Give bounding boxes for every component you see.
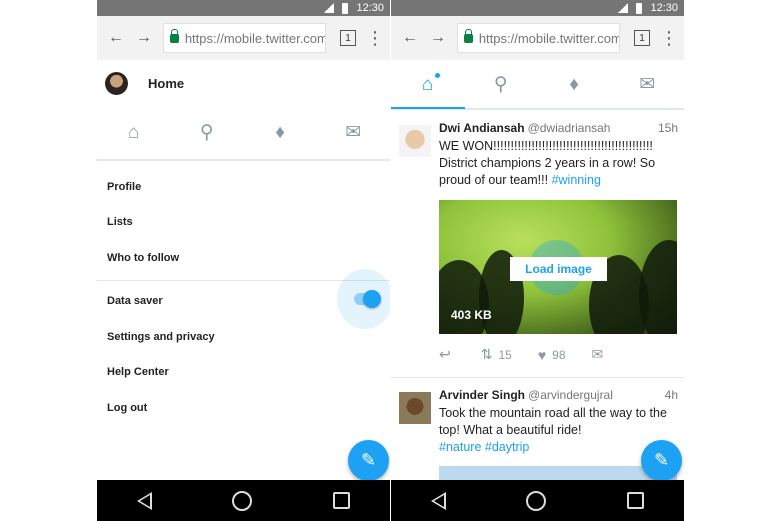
android-nav-bar: [97, 480, 390, 521]
compose-button[interactable]: ✎: [348, 440, 389, 481]
signal-icon: [324, 3, 335, 13]
tweet-line: proud of our team!!! #winning: [439, 172, 678, 189]
back-icon[interactable]: ←: [401, 29, 419, 47]
tweet-line: WE WON!!!!!!!!!!!!!!!!!!!!!!!!!!!!!!!!!!…: [439, 139, 653, 153]
messages-icon[interactable]: ✉: [337, 123, 369, 142]
back-icon[interactable]: ←: [107, 29, 125, 47]
android-nav-bar: [391, 480, 684, 521]
lock-icon: [463, 28, 473, 43]
load-image-button[interactable]: Load image: [510, 257, 607, 281]
tweet-line: District champions 2 years in a row! So: [439, 156, 656, 170]
notifications-icon[interactable]: ♦: [264, 123, 296, 142]
nav-recents-icon[interactable]: [626, 492, 644, 509]
tweet-line: Took the mountain road all the way to th…: [439, 406, 667, 420]
tab-bar: ⌂ ⚲ ♦ ✉: [391, 60, 684, 110]
image-size-label: 403 KB: [451, 308, 492, 322]
nav-home-icon[interactable]: [232, 490, 253, 511]
status-bar: 12:30: [97, 0, 390, 16]
search-icon[interactable]: ⚲: [485, 75, 517, 94]
forward-icon[interactable]: →: [135, 29, 153, 47]
tweet-header: Arvinder Singh @arvindergujral 4h: [439, 388, 678, 402]
nav-back-icon[interactable]: [137, 491, 153, 510]
status-bar: 12:30: [391, 0, 684, 16]
like-icon[interactable]: ♥: [538, 347, 546, 363]
new-dot: [434, 72, 440, 78]
menu-item-settings[interactable]: Settings and privacy: [97, 319, 390, 355]
url-text: https://mobile.twitter.com: [478, 30, 621, 46]
drawer-header: Home: [97, 60, 390, 106]
avatar[interactable]: [399, 125, 431, 157]
home-icon[interactable]: ⌂: [412, 72, 444, 94]
tweet[interactable]: Arvinder Singh @arvindergujral 4h Took t…: [439, 388, 678, 456]
url-bar[interactable]: https://mobile.twitter.com: [456, 23, 621, 53]
tab-bar: ⌂ ⚲ ♦ ✉: [97, 106, 390, 161]
tab-switcher-button[interactable]: 1: [634, 30, 650, 46]
compose-icon: ✎: [360, 450, 377, 470]
messages-icon[interactable]: ✉: [631, 75, 663, 94]
status-time: 12:30: [650, 2, 678, 14]
notifications-icon[interactable]: ♦: [558, 75, 590, 94]
tweet-author-name[interactable]: Arvinder Singh: [439, 388, 525, 402]
nav-home-icon[interactable]: [526, 490, 547, 511]
compose-button[interactable]: ✎: [641, 440, 682, 481]
compose-icon: ✎: [653, 450, 670, 470]
tweet-line-text: proud of our team!!!: [439, 173, 552, 187]
phone-left: 12:30 ← → https://mobile.twitter.com 1 ⋮…: [97, 0, 390, 521]
tweet-media[interactable]: Load image 403 KB: [439, 200, 677, 334]
screenshot: 12:30 ← → https://mobile.twitter.com 1 ⋮…: [0, 0, 782, 521]
menu-kebab-icon[interactable]: ⋮: [660, 29, 678, 47]
tweet-line: top! What a beautiful ride!: [439, 423, 582, 437]
menu-item-log-out[interactable]: Log out: [97, 390, 390, 426]
hashtag-link[interactable]: #winning: [552, 173, 601, 187]
reply-icon[interactable]: ↩: [439, 346, 451, 363]
toggle-knob[interactable]: [363, 290, 381, 308]
menu-kebab-icon[interactable]: ⋮: [366, 29, 384, 47]
phone-right: 12:30 ← → https://mobile.twitter.com 1 ⋮…: [391, 0, 684, 521]
url-text: https://mobile.twitter.com: [184, 30, 327, 46]
lock-icon: [169, 28, 179, 43]
tweet-author-name[interactable]: Dwi Andiansah: [439, 121, 525, 135]
browser-toolbar: ← → https://mobile.twitter.com 1 ⋮: [97, 16, 390, 60]
tweet-actions: ↩ ⇅ 15 ♥ 98 ✉: [439, 346, 603, 363]
tweet-author-handle[interactable]: @arvindergujral: [528, 388, 613, 402]
menu-item-profile[interactable]: Profile: [97, 169, 390, 205]
nav-back-icon[interactable]: [431, 491, 447, 510]
like-count: 98: [552, 347, 566, 362]
tweet[interactable]: Dwi Andiansah @dwiadriansah 15h WE WON!!…: [439, 121, 678, 189]
active-tab-indicator: [391, 107, 465, 109]
retweet-icon[interactable]: ⇅: [481, 346, 493, 363]
home-icon[interactable]: ⌂: [118, 123, 150, 142]
tweet-text: WE WON!!!!!!!!!!!!!!!!!!!!!!!!!!!!!!!!!!…: [439, 138, 678, 189]
search-icon[interactable]: ⚲: [191, 123, 223, 142]
tweet-header: Dwi Andiansah @dwiadriansah 15h: [439, 121, 678, 135]
tab-switcher-button[interactable]: 1: [340, 30, 356, 46]
status-time: 12:30: [356, 2, 384, 14]
tweet-time: 15h: [657, 121, 678, 135]
avatar[interactable]: [399, 392, 431, 424]
forward-icon[interactable]: →: [429, 29, 447, 47]
url-bar[interactable]: https://mobile.twitter.com: [162, 23, 327, 53]
tweet-divider: [391, 377, 684, 378]
tweet-text: Took the mountain road all the way to th…: [439, 405, 678, 456]
battery-icon: [342, 2, 349, 14]
signal-icon: [618, 3, 629, 13]
browser-toolbar: ← → https://mobile.twitter.com 1 ⋮: [391, 16, 684, 60]
menu-item-who-to-follow[interactable]: Who to follow: [97, 240, 390, 276]
menu-item-lists[interactable]: Lists: [97, 205, 390, 241]
tweet-author-handle[interactable]: @dwiadriansah: [528, 121, 611, 135]
page-title: Home: [148, 75, 185, 91]
nav-recents-icon[interactable]: [332, 492, 350, 509]
silhouette: [639, 240, 677, 334]
menu-item-help-center[interactable]: Help Center: [97, 355, 390, 391]
battery-icon: [636, 2, 643, 14]
avatar[interactable]: [105, 71, 128, 95]
dm-icon[interactable]: ✉: [592, 346, 604, 363]
tweet-time: 4h: [664, 388, 678, 402]
retweet-count: 15: [498, 347, 512, 362]
